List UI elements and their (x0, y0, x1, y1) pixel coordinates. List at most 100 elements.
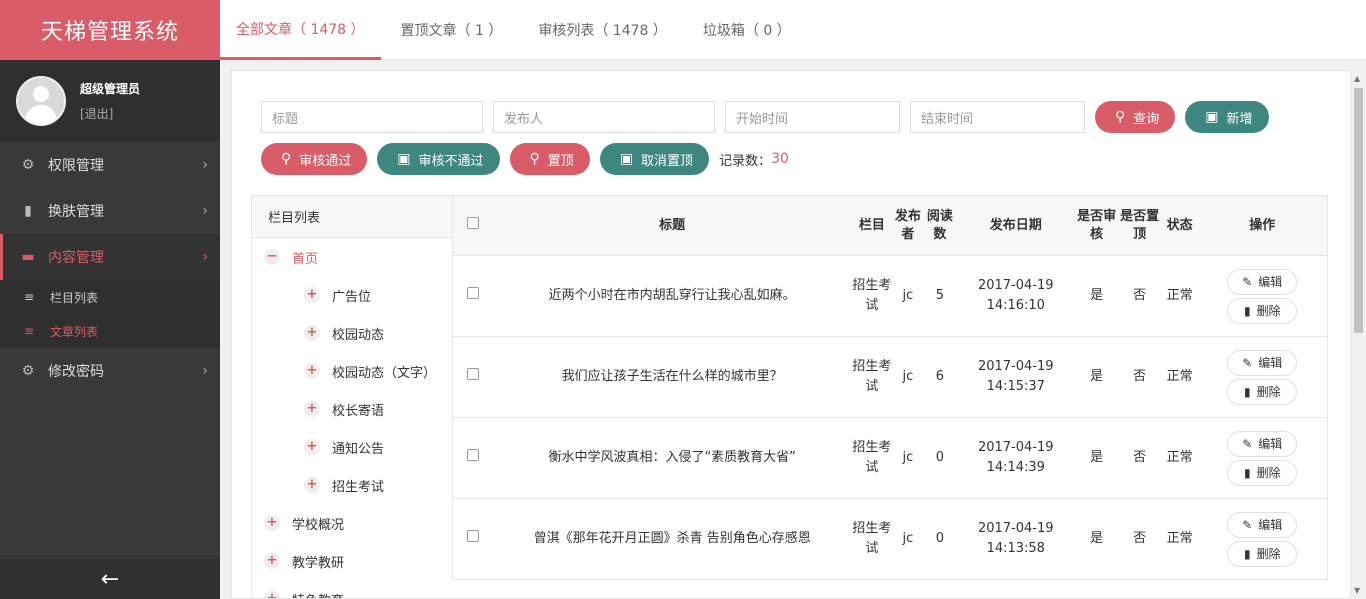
tree-node[interactable]: − 首页 (252, 238, 452, 276)
expand-icon[interactable]: + (304, 439, 320, 455)
tree-node[interactable]: + 广告位 (252, 276, 452, 314)
trash-icon: ▮ (1243, 303, 1251, 318)
row-pinned: 否 (1117, 498, 1162, 580)
sidebar-item-content[interactable]: ▬ 内容管理 › (0, 234, 220, 280)
sidebar-item-password[interactable]: ⚙ 修改密码 › (0, 348, 220, 394)
header-status: 状态 (1161, 195, 1198, 256)
list-icon: ≡ (24, 324, 35, 338)
title-input[interactable]: 标题 (261, 101, 483, 133)
sidebar-item-skin[interactable]: ▮ 换肤管理 › (0, 188, 220, 234)
delete-button[interactable]: ▮ 删除 (1227, 540, 1298, 567)
expand-icon[interactable]: + (304, 287, 320, 303)
row-date-day: 2017-04-19 (977, 278, 1054, 293)
tab-review-list[interactable]: 审核列表（ 1478 ） (522, 0, 683, 60)
scroll-up-icon[interactable]: ▲ (1354, 74, 1360, 83)
row-title[interactable]: 曾淇《那年花开月正圆》杀青 告别角色心存感恩 (492, 498, 852, 580)
tree-node[interactable]: + 教学教研 (252, 542, 452, 580)
tree-node[interactable]: + 特色教育 (252, 580, 452, 598)
row-title[interactable]: 衡水中学风波真相：入侵了“素质教育大省” (492, 417, 852, 499)
row-checkbox[interactable] (466, 530, 479, 542)
expand-icon[interactable]: + (304, 363, 320, 379)
tree-node[interactable]: + 学校概况 (252, 504, 452, 542)
header-title: 标题 (492, 195, 852, 256)
select-all-checkbox[interactable] (466, 216, 479, 229)
collapse-icon[interactable]: − (264, 249, 280, 265)
edit-button[interactable]: ✎ 编辑 (1227, 349, 1298, 376)
author-input[interactable]: 发布人 (493, 101, 715, 133)
row-column: 招生考试 (851, 255, 892, 337)
edit-button[interactable]: ✎ 编辑 (1227, 430, 1298, 457)
row-date: 2017-04-19 14:14:39 (955, 417, 1076, 499)
user-panel: 超级管理员 [退出] (0, 60, 220, 142)
row-checkbox[interactable] (466, 287, 479, 299)
vertical-scrollbar[interactable]: ▲ ▼ (1351, 70, 1366, 599)
expand-icon[interactable]: + (264, 591, 280, 598)
approve-button[interactable]: ⚲ 审核通过 (261, 143, 368, 175)
row-reviewed: 是 (1075, 255, 1118, 337)
sidebar-subitem-label: 栏目列表 (50, 290, 99, 305)
unpin-button[interactable]: ▣ 取消置顶 (599, 143, 710, 175)
pin-button[interactable]: ⚲ 置顶 (509, 143, 590, 175)
header-ops: 操作 (1197, 195, 1328, 256)
end-time-input[interactable]: 结束时间 (910, 101, 1085, 133)
row-column: 招生考试 (851, 336, 892, 418)
expand-icon[interactable]: + (304, 325, 320, 341)
content-icon: ▬ (21, 249, 35, 265)
tree-node[interactable]: + 通知公告 (252, 428, 452, 466)
scrollbar-thumb[interactable] (1354, 88, 1363, 333)
delete-label: 删除 (1256, 384, 1281, 399)
back-arrow-icon[interactable]: ← (0, 559, 220, 599)
expand-icon[interactable]: + (264, 515, 280, 531)
sidebar-subitem-label: 文章列表 (50, 324, 99, 339)
row-status: 正常 (1161, 498, 1198, 580)
row-pinned: 否 (1117, 336, 1162, 418)
row-title[interactable]: 近两个小时在市内胡乱穿行让我心乱如麻。 (492, 255, 852, 337)
row-reads: 0 (923, 498, 956, 580)
user-name: 超级管理员 (80, 82, 141, 96)
tree-node-label: 学校概况 (292, 517, 345, 533)
row-reads: 5 (923, 255, 956, 337)
row-date-day: 2017-04-19 (977, 521, 1054, 536)
category-tree: 栏目列表 − 首页 + 广告位 + 校园动态 + 校园动态（文字） + 校长寄语… (251, 195, 452, 598)
tree-node[interactable]: + 招生考试 (252, 466, 452, 504)
delete-button[interactable]: ▮ 删除 (1227, 297, 1298, 324)
row-title[interactable]: 我们应让孩子生活在什么样的城市里？ (492, 336, 852, 418)
trash-icon: ▮ (1243, 546, 1251, 561)
row-column: 招生考试 (851, 417, 892, 499)
app-title: 天梯管理系统 (0, 0, 220, 60)
edit-button[interactable]: ✎ 编辑 (1227, 268, 1298, 295)
tree-node[interactable]: + 校园动态（文字） (252, 352, 452, 390)
row-date-time: 14:15:37 (986, 379, 1045, 394)
logout-link[interactable]: [退出] (80, 105, 140, 122)
tree-node[interactable]: + 校长寄语 (252, 390, 452, 428)
row-author: jc (891, 498, 924, 580)
tab-all-articles[interactable]: 全部文章（ 1478 ） (220, 0, 381, 60)
tree-node-label: 教学教研 (292, 555, 345, 571)
tree-node-label: 校园动态（文字） (332, 365, 437, 381)
expand-icon[interactable]: + (264, 553, 280, 569)
tree-node[interactable]: + 校园动态 (252, 314, 452, 352)
content-submenu: ≡ 栏目列表 ≡ 文章列表 (0, 280, 220, 348)
row-checkbox[interactable] (466, 449, 479, 461)
delete-button[interactable]: ▮ 删除 (1227, 378, 1298, 405)
edit-button[interactable]: ✎ 编辑 (1227, 511, 1298, 538)
add-button[interactable]: ▣ 新增 (1185, 101, 1269, 133)
reject-button[interactable]: ▣ 审核不通过 (377, 143, 500, 175)
delete-button[interactable]: ▮ 删除 (1227, 459, 1298, 486)
row-checkbox[interactable] (466, 368, 479, 380)
tab-trash[interactable]: 垃圾箱（ 0 ） (687, 0, 807, 60)
tab-pinned-articles[interactable]: 置顶文章（ 1 ） (385, 0, 519, 60)
header-column: 栏目 (851, 195, 892, 256)
sidebar-subitem-articles[interactable]: ≡ 文章列表 (0, 314, 220, 348)
avatar (16, 76, 66, 126)
sidebar-subitem-columns[interactable]: ≡ 栏目列表 (0, 280, 220, 314)
start-time-input[interactable]: 开始时间 (725, 101, 900, 133)
sidebar-item-label: 内容管理 (48, 250, 104, 266)
scroll-down-icon[interactable]: ▼ (1354, 586, 1360, 595)
header-reads: 阅读数 (923, 195, 956, 256)
sidebar-item-permissions[interactable]: ⚙ 权限管理 › (0, 142, 220, 188)
query-button[interactable]: ⚲ 查询 (1095, 101, 1176, 133)
expand-icon[interactable]: + (304, 401, 320, 417)
record-count-label: 记录数： (719, 153, 772, 169)
expand-icon[interactable]: + (304, 477, 320, 493)
